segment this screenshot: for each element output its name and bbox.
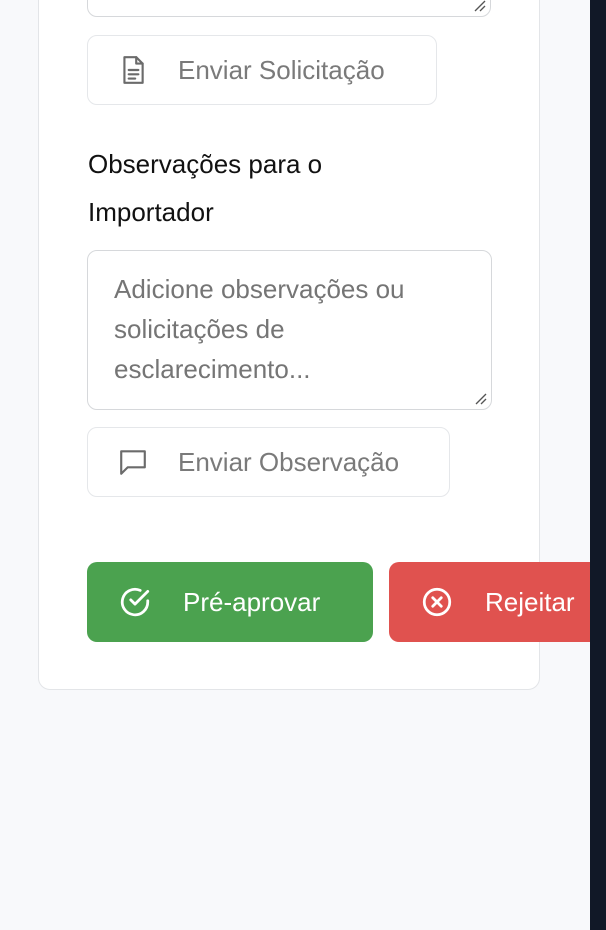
observations-title: Observações para o Importador bbox=[88, 149, 323, 227]
sidebar-edge bbox=[590, 0, 606, 930]
resize-grip-icon bbox=[474, 0, 486, 12]
document-icon bbox=[88, 55, 178, 85]
send-observation-label: Enviar Observação bbox=[178, 446, 400, 477]
pre-approve-label: Pré-aprovar bbox=[183, 586, 321, 617]
reject-label: Rejeitar bbox=[485, 586, 575, 617]
send-request-label: Enviar Solicitação bbox=[178, 54, 385, 85]
message-square-icon bbox=[88, 447, 178, 477]
send-observation-button[interactable]: Enviar Observação bbox=[87, 427, 450, 497]
resize-grip-icon bbox=[475, 393, 487, 405]
request-textarea[interactable] bbox=[87, 0, 491, 17]
observations-textarea[interactable] bbox=[87, 250, 492, 410]
reject-button[interactable]: Rejeitar bbox=[389, 562, 590, 642]
send-request-button[interactable]: Enviar Solicitação bbox=[87, 35, 437, 105]
x-circle-icon bbox=[389, 585, 485, 619]
pre-approve-button[interactable]: Pré-aprovar bbox=[87, 562, 373, 642]
check-circle-icon bbox=[87, 585, 183, 619]
